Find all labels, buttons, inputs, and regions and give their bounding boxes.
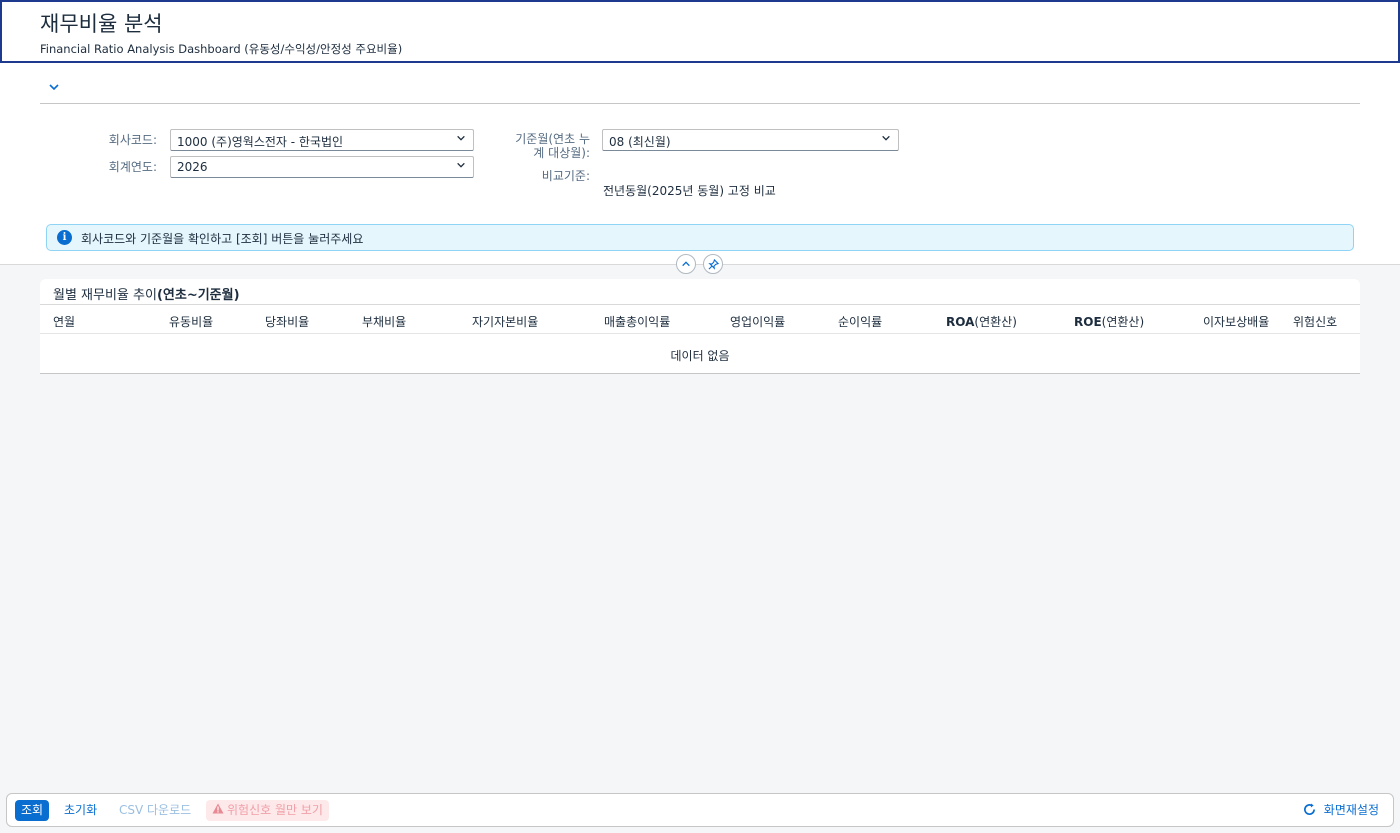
info-icon: i <box>57 230 72 245</box>
col-header-interest-coverage[interactable]: 이자보상배율 <box>1203 313 1269 330</box>
fiscal-year-select[interactable]: 2026 <box>170 156 474 178</box>
base-month-select[interactable]: 08 (최신월) <box>602 129 899 151</box>
compare-basis-label: 비교기준: <box>541 169 590 183</box>
base-month-label-line1: 기준월(연초 누 <box>515 132 590 146</box>
chevron-down-icon <box>456 160 466 173</box>
csv-download-button[interactable]: CSV 다운로드 <box>113 800 197 821</box>
page-subtitle: Financial Ratio Analysis Dashboard (유동성/… <box>40 42 403 56</box>
base-month-value: 08 (최신월) <box>609 135 671 149</box>
company-code-value: 1000 (주)영웍스전자 - 한국법인 <box>177 135 344 149</box>
col-header-roa[interactable]: ROA(연환산) <box>946 313 1017 330</box>
page-title: 재무비율 분석 <box>40 12 163 36</box>
fiscal-year-label: 회계연도: <box>108 160 157 174</box>
col-header-debt-ratio[interactable]: 부채비율 <box>362 313 406 330</box>
chevron-down-icon[interactable] <box>48 81 64 97</box>
col-header-current-ratio[interactable]: 유동비율 <box>169 313 213 330</box>
chevron-down-icon <box>881 133 891 146</box>
restore-layout-button[interactable]: 화면재설정 <box>1297 800 1385 821</box>
info-message-strip: i 회사코드와 기준월을 확인하고 [조회] 버튼을 눌러주세요 <box>46 224 1354 251</box>
info-message-text: 회사코드와 기준월을 확인하고 [조회] 버튼을 눌러주세요 <box>81 232 364 246</box>
col-header-risk-signal[interactable]: 위험신호 <box>1293 313 1337 330</box>
col-header-operating-margin[interactable]: 영업이익률 <box>730 313 785 330</box>
table-header-row: 연월 유동비율 당좌비율 부채비율 자기자본비율 매출총이익률 영업이익률 순이… <box>40 304 1360 334</box>
no-data-message: 데이터 없음 <box>670 349 730 363</box>
risk-only-toggle-button[interactable]: 위험신호 월만 보기 <box>206 800 329 821</box>
compare-basis-value: 전년동월(2025년 동월) 고정 비교 <box>603 184 776 198</box>
col-header-gross-margin[interactable]: 매출총이익률 <box>604 313 670 330</box>
collapse-header-button[interactable] <box>676 254 696 274</box>
chevron-down-icon <box>456 133 466 146</box>
fiscal-year-value: 2026 <box>177 160 208 174</box>
risk-only-label: 위험신호 월만 보기 <box>227 803 323 817</box>
ratio-trend-table: 월별 재무비율 추이(연초~기준월) 연월 유동비율 당좌비율 부채비율 자기자… <box>40 279 1360 374</box>
refresh-icon <box>1303 802 1320 818</box>
pin-header-button[interactable] <box>703 254 723 274</box>
base-month-label: 기준월(연초 누 계 대상월): <box>490 132 590 160</box>
pin-icon <box>707 258 719 270</box>
col-header-roe[interactable]: ROE(연환산) <box>1074 313 1144 330</box>
search-button[interactable]: 조회 <box>15 800 50 821</box>
base-month-label-line2: 계 대상월): <box>533 146 590 160</box>
filter-divider <box>40 103 1360 104</box>
col-header-month[interactable]: 연월 <box>53 313 75 330</box>
restore-layout-label: 화면재설정 <box>1323 803 1379 817</box>
footer-toolbar: 조회 초기화 CSV 다운로드 위험신호 월만 보기 화면재설정 <box>6 793 1394 827</box>
company-code-label: 회사코드: <box>108 133 157 147</box>
col-header-equity-ratio[interactable]: 자기자본비율 <box>472 313 538 330</box>
warning-icon <box>212 800 224 821</box>
page-header: 재무비율 분석 Financial Ratio Analysis Dashboa… <box>0 0 1400 63</box>
table-title: 월별 재무비율 추이(연초~기준월) <box>53 288 240 303</box>
reset-button[interactable]: 초기화 <box>58 800 103 821</box>
company-code-select[interactable]: 1000 (주)영웍스전자 - 한국법인 <box>170 129 474 151</box>
filter-bar: 회사코드: 1000 (주)영웍스전자 - 한국법인 회계연도: 2026 기준… <box>0 63 1400 265</box>
col-header-net-margin[interactable]: 순이익률 <box>838 313 882 330</box>
col-header-quick-ratio[interactable]: 당좌비율 <box>265 313 309 330</box>
